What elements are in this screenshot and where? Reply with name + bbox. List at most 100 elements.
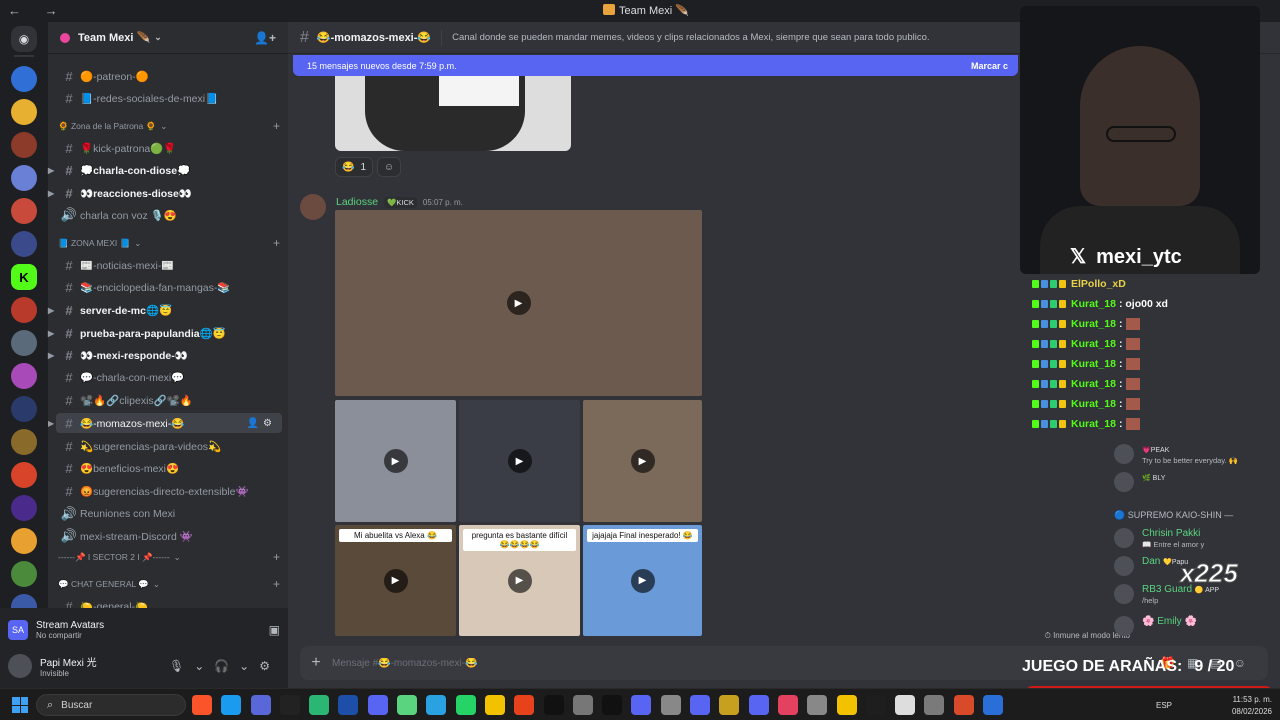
play-icon[interactable]: ▶ <box>383 449 408 473</box>
server-icon[interactable] <box>11 429 37 455</box>
reaction-button[interactable]: 😂 1 <box>335 157 374 177</box>
text-channel[interactable]: # 🟠-patreon-🟠 <box>56 66 282 86</box>
server-icon[interactable] <box>11 99 37 125</box>
taskbar-app-icon[interactable] <box>367 695 388 715</box>
text-channel[interactable]: # 😡sugerencias-directo-extensible👾 <box>56 481 282 501</box>
taskbar-app-icon[interactable] <box>719 695 740 715</box>
video-attachment[interactable]: ▶ <box>335 400 456 522</box>
taskbar-app-icon[interactable] <box>807 695 828 715</box>
taskbar-app-icon[interactable] <box>660 695 681 715</box>
taskbar-app-icon[interactable] <box>690 695 711 715</box>
member-row[interactable]: 🌸 Emily 🌸 <box>1114 614 1280 640</box>
add-channel-icon[interactable]: + <box>273 119 280 133</box>
text-channel[interactable]: # 💫sugerencias-para-videos💫 <box>56 436 282 456</box>
taskbar-app-icon[interactable] <box>192 695 212 715</box>
current-user[interactable]: Papi Mexi 光 Invisible 🎙⌄🎧⌄⚙ <box>8 650 280 682</box>
windows-start-icon[interactable] <box>12 697 28 713</box>
screen-share-icon[interactable]: ▣ <box>269 623 280 637</box>
voice-channel[interactable]: 🔊 mexi-stream-Discord 👾 <box>56 526 282 546</box>
taskbar-app-icon[interactable] <box>836 695 857 715</box>
system-tray[interactable]: ESP 11:53 p. m. 08/02/2026 <box>1156 693 1272 716</box>
taskbar-app-icon[interactable] <box>484 695 505 715</box>
channel-category[interactable]: ------📌 I SECTOR 2 I 📌------ ⌄ + <box>58 549 280 565</box>
text-channel[interactable]: # 📰-noticias-mexi-📰 <box>56 255 282 275</box>
play-icon[interactable]: ▶ <box>383 568 408 593</box>
add-channel-icon[interactable]: + <box>273 577 280 591</box>
channel-category[interactable]: 💬 CHAT GENERAL 💬 ⌄ + <box>58 576 280 592</box>
taskbar-app-icon[interactable] <box>895 695 916 715</box>
taskbar-app-icon[interactable] <box>279 695 300 715</box>
server-icon[interactable] <box>11 165 37 191</box>
taskbar-app-icon[interactable] <box>983 695 1004 715</box>
video-attachment[interactable]: ▶ <box>459 400 580 522</box>
attach-plus-icon[interactable]: + <box>300 654 332 672</box>
text-channel[interactable]: ▶ # prueba-para-papulandia🌐😇 <box>48 323 282 343</box>
message-author[interactable]: Ladiosse <box>336 196 378 208</box>
text-channel[interactable]: ▶ # server-de-mc🌐😇 <box>48 300 282 320</box>
text-channel[interactable]: # 😍beneficios-mexi😍 <box>56 458 282 478</box>
taskbar-app-icon[interactable] <box>514 695 535 715</box>
channel-settings-icons[interactable]: 👤⚙ <box>247 418 276 429</box>
video-attachment[interactable]: jajajaja Final inesperado! 😂 ▶ <box>583 525 702 636</box>
taskbar-app-icon[interactable] <box>309 695 330 715</box>
play-icon[interactable]: ▶ <box>630 449 655 473</box>
taskbar-app-icon[interactable] <box>865 695 886 715</box>
taskbar-app-icon[interactable] <box>397 695 418 715</box>
server-icon[interactable] <box>11 363 37 389</box>
taskbar-app-icon[interactable] <box>953 695 974 715</box>
nav-arrows-icon[interactable]: ← → <box>8 3 68 18</box>
text-channel[interactable]: # 📚-enciclopedia-fan-mangas-📚 <box>56 277 282 297</box>
server-icon[interactable] <box>11 66 37 92</box>
text-channel[interactable]: # 📘-redes-sociales-de-mexi📘 <box>56 88 282 108</box>
taskbar-app-icon[interactable] <box>572 695 593 715</box>
text-channel[interactable]: ▶ # 😂-momazos-mexi-😂 👤⚙ <box>48 413 282 433</box>
play-icon[interactable]: ▶ <box>507 449 532 473</box>
play-icon[interactable]: ▶ <box>506 291 531 315</box>
server-icon[interactable] <box>11 495 37 521</box>
taskbar-app-icon[interactable] <box>924 695 945 715</box>
text-channel[interactable]: ▶ # 👀-mexi-responde-👀 <box>48 345 282 365</box>
voice-channel[interactable]: 🔊 charla con voz 🎙️😍 <box>56 205 282 225</box>
channel-topic[interactable]: Canal donde se pueden mandar memes, vide… <box>452 32 929 43</box>
play-icon[interactable]: ▶ <box>507 568 532 593</box>
server-icon[interactable] <box>11 231 37 257</box>
add-channel-icon[interactable]: + <box>273 236 280 250</box>
taskbar-search[interactable]: ⌕ Buscar <box>36 694 186 716</box>
text-channel[interactable]: # 💬-charla-con-mexi💬 <box>56 367 282 387</box>
taskbar-app-icon[interactable] <box>455 695 476 715</box>
server-header[interactable]: Team Mexi 🪶 ⌄ 👤+ <box>48 22 288 54</box>
server-icon[interactable]: K <box>11 264 37 290</box>
server-icon[interactable] <box>11 462 37 488</box>
member-row[interactable]: 🌿 BLY <box>1114 470 1280 496</box>
author-avatar[interactable] <box>300 194 326 220</box>
taskbar-app-icon[interactable] <box>777 695 798 715</box>
taskbar-app-icon[interactable] <box>602 695 623 715</box>
taskbar-app-icon[interactable] <box>426 695 447 715</box>
add-channel-icon[interactable]: + <box>273 550 280 564</box>
text-channel[interactable]: # 🌹kick-patrona🟢🌹 <box>56 138 282 158</box>
play-icon[interactable]: ▶ <box>630 568 655 593</box>
server-icon[interactable] <box>11 297 37 323</box>
taskbar-app-icon[interactable] <box>250 695 271 715</box>
new-messages-bar[interactable]: 15 mensajes nuevos desde 7:59 p.m. Marca… <box>293 55 1018 76</box>
taskbar-app-icon[interactable] <box>338 695 359 715</box>
channel-category[interactable]: 🌻 Zona de la Patrona 🌻 ⌄ + <box>58 118 280 134</box>
video-attachment[interactable]: Mi abuelita vs Alexa 😂 ▶ <box>335 525 456 636</box>
server-icon[interactable] <box>11 528 37 554</box>
server-icon[interactable] <box>11 330 37 356</box>
add-reaction-icon[interactable]: ☺ <box>377 157 402 177</box>
text-channel[interactable]: # 📽️🔥🔗clipexis🔗📽️🔥 <box>56 390 282 410</box>
video-attachment[interactable]: ▶ <box>335 210 702 396</box>
member-row[interactable]: 💗PEAK Try to be better everyday. 🙌 <box>1114 442 1280 468</box>
taskbar-app-icon[interactable] <box>221 695 242 715</box>
video-attachment[interactable]: ▶ <box>583 400 702 522</box>
channel-category[interactable]: 📘 ZONA MEXI 📘 ⌄ + <box>58 235 280 251</box>
discord-logo-icon[interactable]: ◉ <box>11 26 37 52</box>
server-icon[interactable] <box>11 561 37 587</box>
taskbar-app-icon[interactable] <box>631 695 652 715</box>
server-icon[interactable] <box>11 132 37 158</box>
taskbar-app-icon[interactable] <box>543 695 564 715</box>
invite-icon[interactable]: 👤+ <box>254 31 276 45</box>
text-channel[interactable]: ▶ # 👀reacciones-diose👀 <box>48 183 282 203</box>
member-row[interactable]: Chrisin Pakki 📖 Entre el amor y <box>1114 526 1280 552</box>
